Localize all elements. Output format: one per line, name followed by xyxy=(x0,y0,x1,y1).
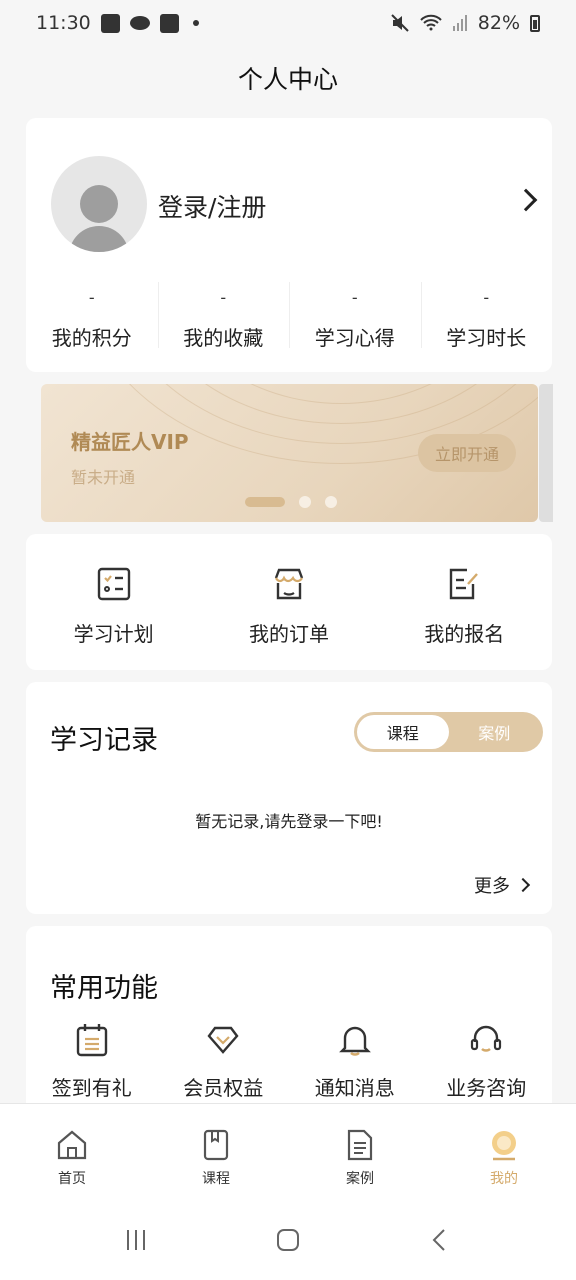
back-icon[interactable] xyxy=(427,1227,453,1253)
diamond-icon xyxy=(207,1026,239,1054)
profile-card[interactable]: 登录/注册 - 我的积分 - 我的收藏 - 学习心得 - 学习时长 xyxy=(26,118,552,372)
wifi-icon xyxy=(420,14,442,31)
book-icon xyxy=(203,1129,229,1161)
function-member-benefits[interactable]: 会员权益 xyxy=(158,1022,290,1101)
shortcut-my-orders[interactable]: 我的订单 xyxy=(201,534,376,670)
calendar-icon xyxy=(76,1024,107,1057)
stat-points[interactable]: - 我的积分 xyxy=(26,280,158,350)
vip-title: 精益匠人VIP xyxy=(71,430,189,454)
avatar[interactable] xyxy=(51,156,147,252)
image-notification-icon xyxy=(100,13,120,33)
empty-state-message: 暂无记录,请先登录一下吧! xyxy=(195,812,383,831)
battery-percent: 82% xyxy=(477,12,520,34)
signal-icon xyxy=(452,15,467,31)
carousel-indicator xyxy=(245,496,337,508)
edit-document-icon xyxy=(450,568,479,600)
function-check-in[interactable]: 签到有礼 xyxy=(26,1022,158,1101)
shortcut-study-plan[interactable]: 学习计划 xyxy=(26,534,201,670)
document-icon xyxy=(347,1129,373,1161)
vip-banner[interactable]: 精益匠人VIP 暂未开通 立即开通 xyxy=(41,384,538,522)
more-link[interactable]: 更多 xyxy=(474,872,531,898)
status-time: 11:30 xyxy=(36,12,91,34)
profile-stats: - 我的积分 - 我的收藏 - 学习心得 - 学习时长 xyxy=(26,280,552,350)
carousel-dot-active[interactable] xyxy=(245,497,285,507)
function-notifications[interactable]: 通知消息 xyxy=(289,1022,421,1101)
battery-icon xyxy=(530,14,540,32)
chevron-right-icon xyxy=(515,877,531,893)
vip-activate-button[interactable]: 立即开通 xyxy=(418,434,516,472)
carousel-dot[interactable] xyxy=(325,496,337,508)
study-records-card: 学习记录 课程 案例 暂无记录,请先登录一下吧! 更多 xyxy=(26,682,552,914)
stat-favorites[interactable]: - 我的收藏 xyxy=(157,280,290,350)
status-bar: 11:30 82% xyxy=(0,0,576,46)
page-title: 个人中心 xyxy=(237,65,338,94)
system-navigation-bar xyxy=(0,1200,576,1280)
home-button-icon[interactable] xyxy=(275,1227,301,1253)
vip-status: 暂未开通 xyxy=(71,468,136,487)
more-notifications-icon xyxy=(192,20,199,26)
common-functions-card: 常用功能 签到有礼 会员权益 通知消息 业务咨询 xyxy=(26,926,552,1126)
records-title: 学习记录 xyxy=(50,725,158,756)
tab-cases-nav[interactable]: 案例 xyxy=(288,1104,432,1200)
bottom-tab-bar: 首页 课程 案例 我的 xyxy=(0,1103,576,1200)
home-icon xyxy=(57,1130,87,1160)
checklist-icon xyxy=(97,567,130,601)
login-register-link[interactable]: 登录/注册 xyxy=(158,188,266,224)
next-banner-peek[interactable] xyxy=(539,384,553,522)
tab-courses-nav[interactable]: 课程 xyxy=(144,1104,288,1200)
tab-profile[interactable]: 我的 xyxy=(432,1104,576,1200)
tab-cases[interactable]: 案例 xyxy=(449,715,541,749)
recent-apps-icon[interactable] xyxy=(123,1227,149,1253)
cloud-notification-icon xyxy=(129,16,150,30)
stat-notes[interactable]: - 学习心得 xyxy=(289,280,421,350)
tab-courses[interactable]: 课程 xyxy=(357,715,449,749)
functions-title: 常用功能 xyxy=(50,973,158,1004)
tab-home[interactable]: 首页 xyxy=(0,1104,144,1200)
shortcuts-card: 学习计划 我的订单 我的报名 xyxy=(26,534,552,670)
headset-icon xyxy=(471,1025,502,1052)
profile-icon xyxy=(492,1131,516,1161)
stat-study-time[interactable]: - 学习时长 xyxy=(420,280,553,350)
check-notification-icon xyxy=(159,13,179,33)
carousel-dot[interactable] xyxy=(299,496,311,508)
bell-icon xyxy=(338,1026,371,1056)
shortcut-my-registration[interactable]: 我的报名 xyxy=(377,534,552,670)
mute-icon xyxy=(391,14,409,32)
records-tab-switch: 课程 案例 xyxy=(354,712,543,752)
chevron-right-icon[interactable] xyxy=(514,188,538,212)
store-icon xyxy=(274,568,304,600)
function-business-inquiry[interactable]: 业务咨询 xyxy=(421,1022,553,1101)
